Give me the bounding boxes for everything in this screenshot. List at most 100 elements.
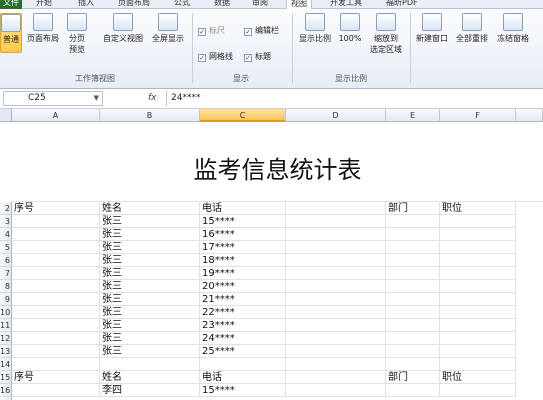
tab-page-layout[interactable]: 页面布局 — [118, 0, 150, 9]
cell-empty[interactable] — [440, 293, 516, 306]
cell-empty[interactable] — [440, 306, 516, 319]
row-header[interactable]: 16 — [0, 384, 12, 397]
cell-phone[interactable]: 15**** — [200, 384, 286, 397]
headings-checkbox[interactable]: ✓ 标题 — [244, 52, 271, 62]
cell-phone[interactable]: 20**** — [200, 280, 286, 293]
row-header[interactable]: 9 — [0, 293, 12, 306]
cell-empty[interactable] — [12, 293, 100, 306]
tab-file[interactable]: 文件 — [0, 0, 22, 9]
column-header-e[interactable]: E — [386, 109, 440, 122]
cell-phone[interactable]: 18**** — [200, 254, 286, 267]
tab-foxit-pdf[interactable]: 福昕PDF — [386, 0, 418, 9]
cell-empty[interactable] — [386, 358, 440, 371]
cell-empty[interactable] — [440, 280, 516, 293]
cell-name[interactable]: 张三 — [100, 241, 200, 254]
cell-header-phone[interactable]: 电话 — [200, 202, 286, 215]
select-all-corner[interactable] — [0, 109, 12, 122]
insert-function-button[interactable]: fx — [148, 91, 157, 106]
row-header[interactable]: 15 — [0, 371, 12, 384]
name-box[interactable]: C25 ▼ — [3, 91, 103, 106]
cell-empty[interactable] — [440, 319, 516, 332]
cell-empty[interactable] — [440, 384, 516, 397]
cell-phone[interactable]: 23**** — [200, 319, 286, 332]
cell-empty[interactable] — [12, 280, 100, 293]
gridlines-checkbox[interactable]: ✓ 网格线 — [198, 52, 233, 62]
cell-empty[interactable] — [12, 215, 100, 228]
cell-empty[interactable] — [440, 358, 516, 371]
tab-view[interactable]: 视图 — [286, 0, 312, 9]
cell-empty[interactable] — [286, 267, 386, 280]
cell-empty[interactable] — [286, 293, 386, 306]
column-header-d[interactable]: D — [286, 109, 386, 122]
zoom-100-button[interactable]: 100% — [336, 13, 364, 44]
tab-formulas[interactable]: 公式 — [174, 0, 190, 9]
cell-empty[interactable] — [440, 345, 516, 358]
cell-empty[interactable] — [286, 345, 386, 358]
cell-empty[interactable] — [440, 267, 516, 280]
cell-name[interactable]: 张三 — [100, 280, 200, 293]
tab-home[interactable]: 开始 — [36, 0, 52, 9]
cell-empty[interactable] — [12, 319, 100, 332]
column-header-a[interactable]: A — [12, 109, 100, 122]
cell-name[interactable]: 张三 — [100, 319, 200, 332]
tab-developer[interactable]: 开发工具 — [330, 0, 362, 9]
cell-empty[interactable] — [12, 241, 100, 254]
cell-empty[interactable] — [386, 228, 440, 241]
cell-name[interactable]: 张三 — [100, 228, 200, 241]
cell-empty[interactable] — [100, 358, 200, 371]
cell-name[interactable]: 张三 — [100, 215, 200, 228]
cell-header-index[interactable]: 序号 — [12, 202, 100, 215]
cell-empty[interactable] — [386, 319, 440, 332]
cell-name[interactable]: 张三 — [100, 345, 200, 358]
cell-header-phone[interactable]: 电话 — [200, 371, 286, 384]
cell-empty[interactable] — [286, 306, 386, 319]
zoom-button[interactable]: 显示比例 — [296, 13, 334, 44]
cell-empty[interactable] — [12, 332, 100, 345]
page-break-preview-button[interactable]: 分页 预览 — [64, 13, 90, 55]
row-header[interactable]: 14 — [0, 358, 12, 371]
cell-empty[interactable] — [386, 241, 440, 254]
custom-views-button[interactable]: 自定义视图 — [100, 13, 146, 44]
cell-phone[interactable]: 25**** — [200, 345, 286, 358]
cell-empty[interactable] — [12, 254, 100, 267]
cell-empty[interactable] — [286, 280, 386, 293]
cell-header-department[interactable]: 部门 — [386, 202, 440, 215]
cell-empty[interactable] — [440, 254, 516, 267]
cell-header-department[interactable]: 部门 — [386, 371, 440, 384]
cell-empty[interactable] — [12, 306, 100, 319]
cell-empty[interactable] — [12, 267, 100, 280]
column-header-f[interactable]: F — [440, 109, 516, 122]
row-header[interactable]: 11 — [0, 319, 12, 332]
cell-name[interactable]: 张三 — [100, 293, 200, 306]
zoom-to-selection-button[interactable]: 缩放到 选定区域 — [366, 13, 406, 55]
cell-name[interactable]: 李四 — [100, 384, 200, 397]
cell-empty[interactable] — [386, 384, 440, 397]
cell-header-index[interactable]: 序号 — [12, 371, 100, 384]
new-window-button[interactable]: 新建窗口 — [412, 13, 452, 44]
cell-header-position[interactable]: 职位 — [440, 202, 516, 215]
cell-header-name[interactable]: 姓名 — [100, 371, 200, 384]
cell-empty[interactable] — [286, 371, 386, 384]
cell-empty[interactable] — [286, 202, 386, 215]
row-header[interactable]: 13 — [0, 345, 12, 358]
full-screen-button[interactable]: 全屏显示 — [148, 13, 188, 44]
tab-insert[interactable]: 插入 — [78, 0, 94, 9]
cell-empty[interactable] — [386, 280, 440, 293]
sheet-title[interactable]: 监考信息统计表 — [12, 122, 543, 202]
cell-empty[interactable] — [386, 215, 440, 228]
column-header-g[interactable] — [516, 109, 543, 122]
row-header[interactable]: 3 — [0, 215, 12, 228]
column-header-b[interactable]: B — [100, 109, 200, 122]
cell-header-position[interactable]: 职位 — [440, 371, 516, 384]
cell-empty[interactable] — [286, 254, 386, 267]
cell-empty[interactable] — [440, 332, 516, 345]
cell-phone[interactable]: 16**** — [200, 228, 286, 241]
cell-empty[interactable] — [286, 358, 386, 371]
cell-empty[interactable] — [440, 241, 516, 254]
cell-empty[interactable] — [386, 254, 440, 267]
cell-empty[interactable] — [286, 228, 386, 241]
cell-empty[interactable] — [12, 384, 100, 397]
formula-bar-checkbox[interactable]: ✓ 编辑栏 — [244, 26, 279, 36]
freeze-panes-button[interactable]: 冻结窗格 — [493, 13, 533, 44]
row-header[interactable]: 8 — [0, 280, 12, 293]
